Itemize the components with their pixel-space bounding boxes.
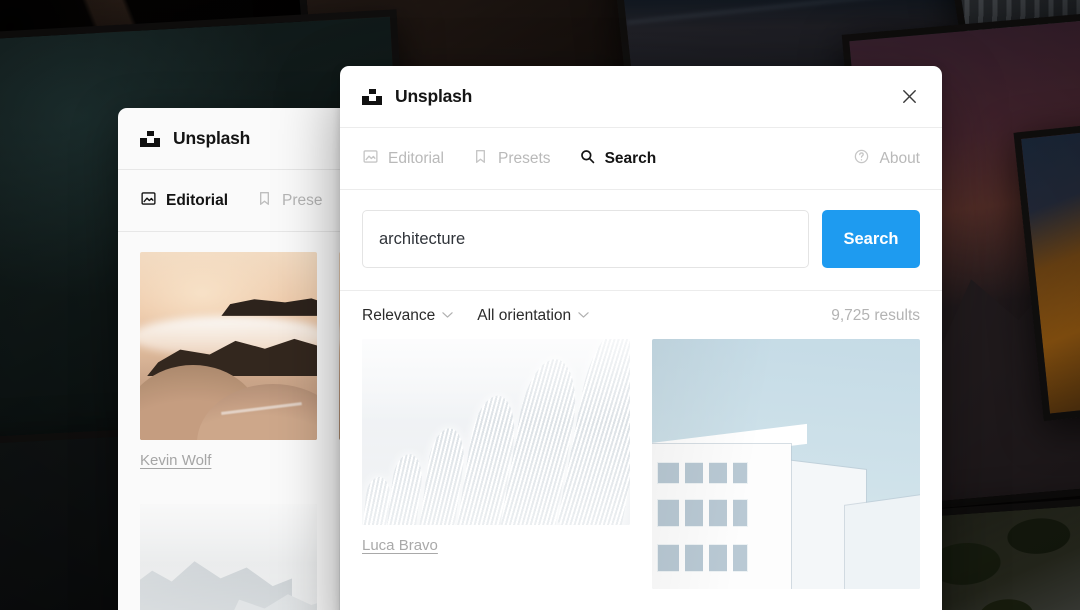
search-icon (579, 148, 596, 170)
back-tab-presets[interactable]: Prese (256, 190, 323, 212)
filters-row: Relevance All orientation 9,725 results (340, 291, 942, 339)
front-panel-titlebar: Unsplash (340, 66, 942, 128)
bookmark-icon (472, 148, 489, 170)
back-panel-brand: Unsplash (140, 128, 250, 149)
search-input[interactable] (362, 210, 809, 268)
front-panel-brand: Unsplash (362, 86, 472, 107)
white-modern-building-photo[interactable] (652, 339, 920, 589)
close-icon[interactable] (894, 82, 924, 112)
white-ribbed-architecture-photo[interactable] (362, 339, 630, 525)
sort-dropdown-label: Relevance (362, 307, 436, 324)
results-grid: Luca Bravo (340, 339, 942, 589)
back-tab-editorial-label: Editorial (166, 191, 229, 209)
sunset-fog-hills-photo[interactable] (140, 252, 317, 440)
bookmark-icon (256, 190, 273, 212)
unsplash-logo-icon (140, 129, 160, 149)
grey-snow-mountain-photo[interactable] (140, 504, 317, 610)
result-credit[interactable]: Luca Bravo (362, 537, 438, 554)
tab-search[interactable]: Search (579, 148, 657, 170)
front-panel-tabstrip: Editorial Presets Search About (340, 128, 942, 190)
tab-presets-label: Presets (498, 149, 551, 167)
tab-about[interactable]: About (853, 148, 920, 170)
result-card[interactable]: Luca Bravo (362, 339, 630, 589)
image-icon (140, 190, 157, 212)
tab-search-label: Search (604, 149, 657, 167)
help-circle-icon (853, 148, 870, 170)
tab-editorial[interactable]: Editorial (362, 148, 444, 170)
unsplash-logo-icon (362, 87, 382, 107)
image-icon (362, 148, 379, 170)
search-row: Search (340, 190, 942, 291)
back-tab-presets-label: Prese (282, 191, 323, 209)
back-tab-editorial[interactable]: Editorial (140, 190, 228, 212)
result-card[interactable] (652, 339, 920, 589)
chevron-down-icon (578, 311, 589, 322)
chevron-down-icon (442, 311, 453, 322)
sort-dropdown[interactable]: Relevance (362, 307, 453, 325)
back-panel-brand-label: Unsplash (173, 128, 251, 148)
back-result-credit[interactable]: Kevin Wolf (140, 452, 211, 469)
back-result-card[interactable] (140, 504, 317, 610)
unsplash-panel-active[interactable]: Unsplash Editorial Presets Search About … (340, 66, 942, 610)
tab-presets[interactable]: Presets (472, 148, 551, 170)
search-button[interactable]: Search (822, 210, 920, 268)
orientation-dropdown[interactable]: All orientation (477, 307, 589, 325)
results-count: 9,725 results (831, 307, 920, 324)
back-result-card[interactable]: Kevin Wolf (140, 252, 317, 470)
results-grid-row2 (340, 589, 942, 610)
orientation-dropdown-label: All orientation (477, 307, 572, 324)
screen: Unsplash Editorial Prese Kevin Wolf Unsp… (0, 0, 1080, 610)
tab-about-label: About (879, 149, 920, 167)
tab-editorial-label: Editorial (388, 149, 444, 167)
front-panel-brand-label: Unsplash (395, 86, 473, 106)
